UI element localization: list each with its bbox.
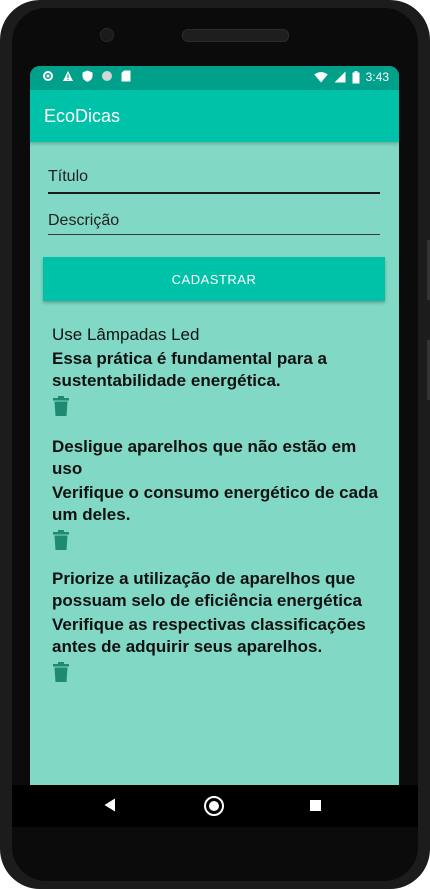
home-icon[interactable] xyxy=(204,796,224,816)
tip-title: Use Lâmpadas Led xyxy=(52,325,200,344)
title-input-placeholder: Título xyxy=(48,168,89,185)
status-time: 3:43 xyxy=(365,70,389,84)
description-input[interactable]: Descrição xyxy=(48,210,380,235)
wifi-icon xyxy=(313,72,328,83)
tip-title: Desligue aparelhos que não estão em uso xyxy=(52,437,357,478)
trash-icon[interactable] xyxy=(52,662,70,682)
tip-title: Priorize a utilização de aparelhos que p… xyxy=(52,569,362,610)
shield-icon xyxy=(82,70,93,82)
warning-icon xyxy=(63,71,73,81)
signal-icon xyxy=(334,71,346,83)
battery-icon xyxy=(352,70,360,83)
app-bar: EcoDicas xyxy=(30,90,399,142)
tip-description: Verifique as respectivas classificações … xyxy=(52,615,366,656)
front-camera xyxy=(100,28,114,42)
earpiece-speaker xyxy=(182,29,289,42)
title-input[interactable]: Título xyxy=(48,166,380,194)
phone-frame: 3:43 EcoDicas Título Descrição CADASTRAR… xyxy=(0,0,430,889)
list-item: Use Lâmpadas Led Essa prática é fundamen… xyxy=(52,324,382,416)
description-input-placeholder: Descrição xyxy=(48,212,120,229)
status-left-icons xyxy=(42,70,131,82)
back-icon[interactable] xyxy=(104,798,116,812)
status-bar: 3:43 xyxy=(30,66,399,90)
tip-description: Essa prática é fundamental para a susten… xyxy=(52,349,327,390)
app-title: EcoDicas xyxy=(44,106,121,126)
gear-icon xyxy=(43,71,53,81)
cadastrar-button[interactable]: CADASTRAR xyxy=(43,257,385,301)
sd-card-icon xyxy=(121,70,131,82)
recents-icon[interactable] xyxy=(310,800,321,811)
cadastrar-button-label: CADASTRAR xyxy=(171,271,257,287)
list-item: Desligue aparelhos que não estão em uso … xyxy=(52,436,382,550)
trash-icon[interactable] xyxy=(52,396,70,416)
list-item: Priorize a utilização de aparelhos que p… xyxy=(52,568,382,682)
tip-description: Verifique o consumo energético de cada u… xyxy=(52,483,378,524)
circle-icon xyxy=(102,71,112,81)
home-dot xyxy=(209,801,219,811)
navigation-bar xyxy=(12,785,418,827)
app-screen: 3:43 EcoDicas Título Descrição CADASTRAR… xyxy=(30,66,399,785)
status-right-icons: 3:43 xyxy=(313,70,389,84)
trash-icon[interactable] xyxy=(52,530,70,550)
